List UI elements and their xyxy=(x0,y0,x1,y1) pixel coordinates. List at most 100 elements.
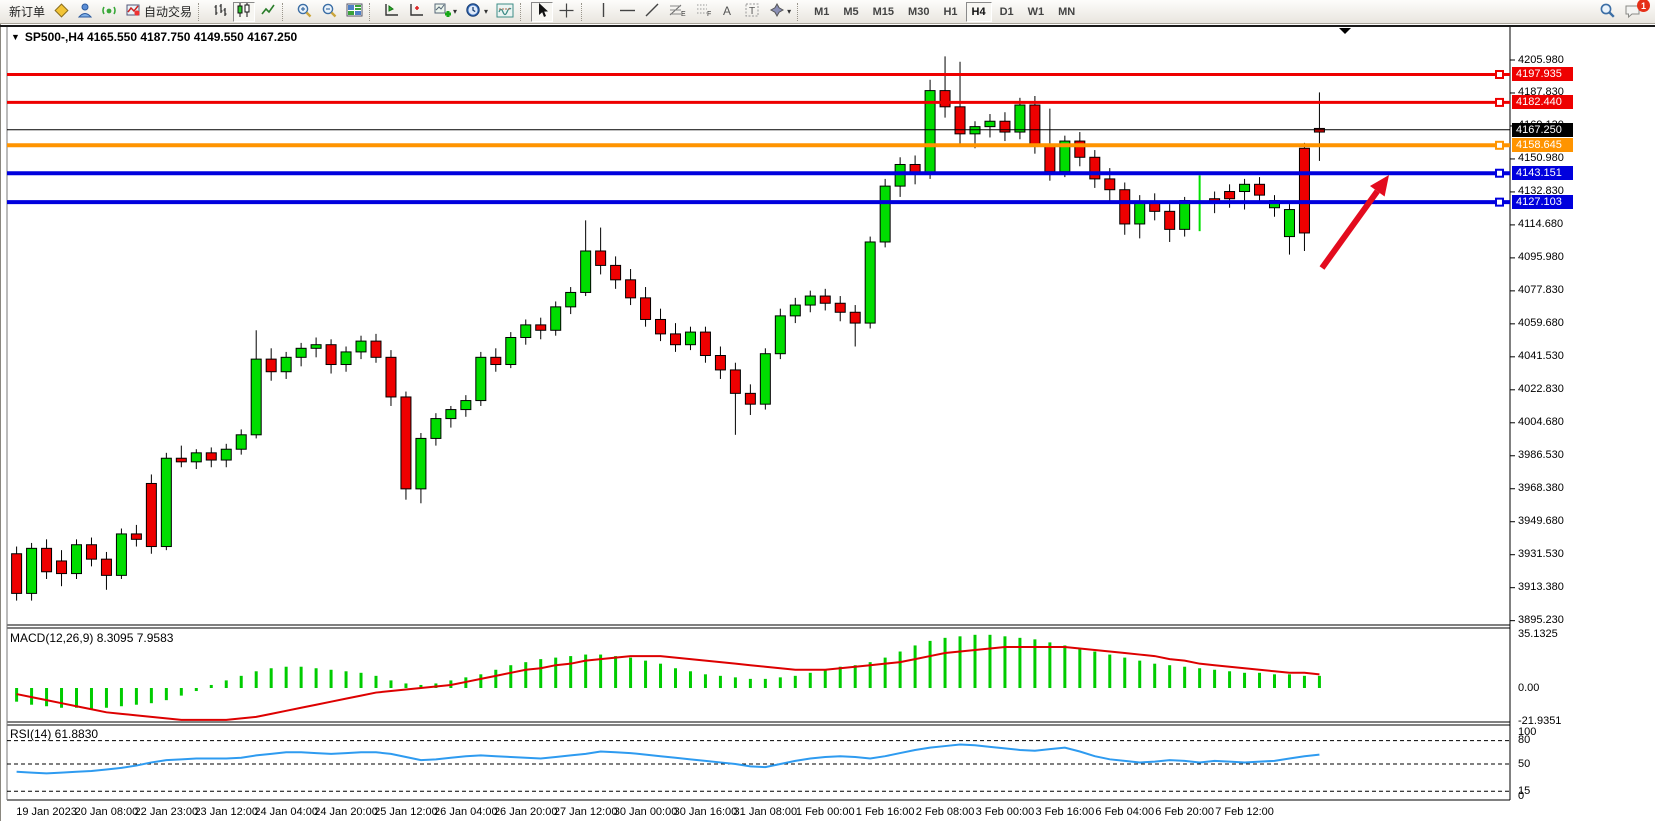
price-line-handle[interactable] xyxy=(1496,99,1503,106)
price-line-badge[interactable]: 4167.250 xyxy=(1512,123,1573,137)
candle-body xyxy=(626,280,636,298)
candle-body xyxy=(536,325,546,330)
timeframe-mn-button[interactable]: MN xyxy=(1052,2,1081,22)
candle-body xyxy=(1180,201,1190,230)
vertical-line-icon[interactable] xyxy=(592,2,614,22)
date-axis-label: 1 Feb 16:00 xyxy=(856,806,915,818)
chart-title-triangle-icon[interactable]: ▼ xyxy=(11,32,20,42)
period-clock-icon[interactable]: ▾ xyxy=(462,2,491,22)
price-tick-label: 3986.530 xyxy=(1518,449,1564,461)
order-diamond-icon[interactable] xyxy=(50,2,72,22)
add-indicator-icon[interactable]: ▾ xyxy=(430,2,460,22)
candle-body xyxy=(671,334,681,345)
candle-body xyxy=(461,401,471,410)
price-line-badge[interactable]: 4197.935 xyxy=(1512,67,1573,81)
tile-windows-icon xyxy=(346,2,363,21)
candle-body xyxy=(1240,184,1250,191)
main-toolbar: 新订单 自动交易 ▾ ▾ EFAT ▾ M1M5M15M30H1H4D1W1MN 1 xyxy=(0,0,1655,24)
toolbar-separator xyxy=(282,3,290,21)
line-chart-icon xyxy=(260,2,276,21)
zoom-in-icon[interactable] xyxy=(293,2,316,22)
price-line-badge[interactable]: 4158.645 xyxy=(1512,138,1573,152)
horizontal-line-icon[interactable] xyxy=(616,2,639,22)
fibonacci-icon[interactable]: E xyxy=(665,2,689,22)
candle-body xyxy=(611,265,621,279)
chart-canvas[interactable] xyxy=(0,24,1655,821)
price-tick-label: 4004.680 xyxy=(1518,416,1564,428)
grid-icon[interactable]: F xyxy=(691,2,715,22)
template-icon[interactable] xyxy=(493,2,517,22)
cursor-icon[interactable] xyxy=(531,2,553,22)
price-line-badge[interactable]: 4127.103 xyxy=(1512,195,1573,209)
candle-body xyxy=(685,332,695,345)
price-tick-label: 4041.530 xyxy=(1518,350,1564,362)
chart-window[interactable]: ▼ SP500-,H4 4165.550 4187.750 4149.550 4… xyxy=(0,24,1655,821)
candle-body xyxy=(1135,202,1145,224)
candle-body xyxy=(1299,148,1309,233)
timeframe-h1-button[interactable]: H1 xyxy=(937,2,963,22)
date-axis-label: 3 Feb 16:00 xyxy=(1035,806,1094,818)
chart-title-text: SP500-,H4 4165.550 4187.750 4149.550 416… xyxy=(25,30,297,44)
date-axis-label: 1 Feb 00:00 xyxy=(796,806,855,818)
text-icon[interactable]: A xyxy=(717,2,739,22)
toolbar-separator xyxy=(198,3,206,21)
timeframe-w1-button[interactable]: W1 xyxy=(1022,2,1051,22)
notifications-button[interactable]: 1 xyxy=(1621,2,1645,22)
timeframe-m15-button[interactable]: M15 xyxy=(867,2,900,22)
search-button[interactable] xyxy=(1596,2,1619,22)
crosshair-icon[interactable] xyxy=(555,2,578,22)
candle-body xyxy=(596,251,606,265)
dropdown-caret-icon[interactable]: ▾ xyxy=(787,7,791,16)
timeframe-m1-button[interactable]: M1 xyxy=(808,2,835,22)
candlestick-icon[interactable] xyxy=(233,2,255,22)
crosshair-icon xyxy=(558,2,575,22)
price-tick-label: 4059.680 xyxy=(1518,317,1564,329)
zoom-out-icon[interactable] xyxy=(318,2,341,22)
price-tick-label: 3968.380 xyxy=(1518,482,1564,494)
price-line-handle[interactable] xyxy=(1496,170,1503,177)
indicator-window-close-icon[interactable] xyxy=(405,2,428,22)
candle-body xyxy=(985,121,995,126)
timeframe-m5-button[interactable]: M5 xyxy=(837,2,864,22)
timeframe-m30-button[interactable]: M30 xyxy=(902,2,935,22)
autotrade-button[interactable]: 自动交易 xyxy=(122,2,195,22)
shapes-icon xyxy=(769,2,785,21)
candle-body xyxy=(1015,105,1025,132)
indicator-window-icon[interactable] xyxy=(380,2,403,22)
price-line-handle[interactable] xyxy=(1496,71,1503,78)
rsi-line xyxy=(17,745,1320,774)
candle-body xyxy=(1000,121,1010,132)
candle-body xyxy=(236,435,246,449)
date-axis-label: 2 Feb 08:00 xyxy=(916,806,975,818)
zoom-out-icon xyxy=(321,2,338,22)
price-line-handle[interactable] xyxy=(1496,142,1503,149)
line-chart-icon[interactable] xyxy=(257,2,279,22)
template-icon xyxy=(496,3,514,21)
trendline-icon[interactable] xyxy=(641,2,663,22)
candle-body xyxy=(191,453,201,462)
dropdown-caret-icon[interactable]: ▾ xyxy=(453,7,457,16)
label-icon[interactable]: T xyxy=(741,2,764,22)
price-line-badge[interactable]: 4182.440 xyxy=(1512,95,1573,109)
label-icon: T xyxy=(744,2,761,21)
price-line-handle[interactable] xyxy=(1496,199,1503,206)
new-order-button[interactable]: 新订单 xyxy=(3,2,48,22)
tile-windows-icon[interactable] xyxy=(343,2,366,22)
timeframe-d1-button[interactable]: D1 xyxy=(994,2,1020,22)
dropdown-caret-icon[interactable]: ▾ xyxy=(484,7,488,16)
signal-icon[interactable] xyxy=(98,2,120,22)
scroll-marker-icon[interactable] xyxy=(1339,28,1351,34)
timeframe-h4-button[interactable]: H4 xyxy=(966,2,992,22)
candle-body xyxy=(1090,157,1100,179)
candle-body xyxy=(835,303,845,312)
bar-chart-icon[interactable] xyxy=(209,2,231,22)
candle-body xyxy=(491,357,501,364)
date-axis-label: 30 Jan 16:00 xyxy=(674,806,738,818)
candle-body xyxy=(101,559,111,575)
shapes-icon[interactable]: ▾ xyxy=(766,2,794,22)
candle-body xyxy=(146,483,156,546)
period-clock-icon xyxy=(465,2,482,22)
profile-icon[interactable] xyxy=(74,2,96,22)
price-line-badge[interactable]: 4143.151 xyxy=(1512,166,1573,180)
candle-body xyxy=(1045,145,1055,172)
